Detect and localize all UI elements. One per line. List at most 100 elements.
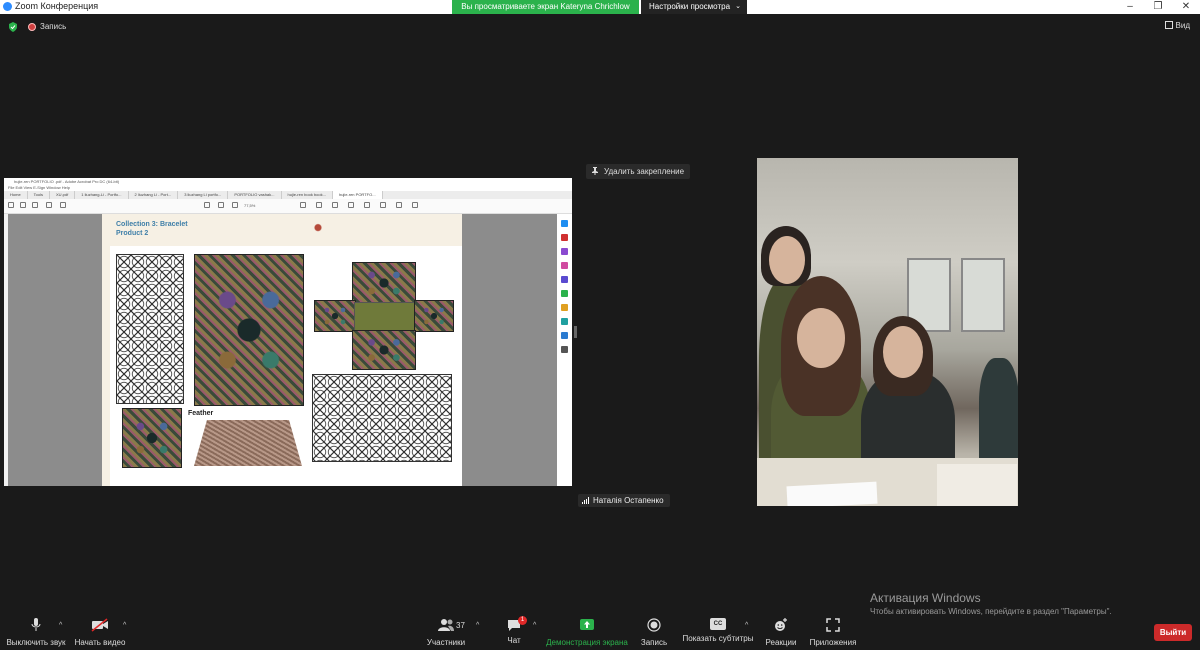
minimize-icon[interactable]: – bbox=[1116, 0, 1144, 14]
acrobat-tab[interactable]: Tools bbox=[28, 191, 51, 199]
face bbox=[797, 308, 845, 368]
acrobat-document-area[interactable]: Collection 3: Bracelet Product 2 Feather bbox=[8, 214, 557, 486]
captions-caret-icon[interactable]: ^ bbox=[745, 622, 748, 629]
acrobat-tool-icon[interactable] bbox=[412, 202, 418, 208]
video-options-caret-icon[interactable]: ^ bbox=[123, 622, 126, 629]
activation-watermark-subtitle: Чтобы активировать Windows, перейдите в … bbox=[870, 607, 1112, 616]
acrobat-tools-rail bbox=[557, 214, 572, 486]
record-label: Запись bbox=[640, 638, 668, 647]
reactions-icon bbox=[775, 618, 787, 631]
acrobat-tab[interactable]: 3 liuzhang Li portfo... bbox=[178, 191, 229, 199]
laser-cut-image bbox=[194, 420, 302, 466]
zoom-logo-icon bbox=[3, 2, 12, 11]
acrobat-tab[interactable]: 2 liuzhang Li - Port... bbox=[129, 191, 179, 199]
acrobat-tabs: Home Tools XU.pdf 1 liuzhang-Li - Portfo… bbox=[4, 191, 572, 199]
unpin-button[interactable]: Удалить закрепление bbox=[586, 164, 691, 179]
acrobat-tab[interactable]: PORTFOLIO vashak... bbox=[228, 191, 282, 199]
acrobat-tool-icon[interactable] bbox=[332, 202, 338, 208]
share-screen-button[interactable]: Демонстрация экрана bbox=[546, 618, 628, 647]
acrobat-tool-icon[interactable] bbox=[396, 202, 402, 208]
record-button[interactable]: Запись bbox=[638, 618, 670, 647]
feather-label: Feather bbox=[188, 410, 214, 417]
reactions-label: Реакции bbox=[765, 638, 797, 647]
reactions-button[interactable]: Реакции bbox=[764, 618, 798, 647]
acrobat-title-bar: hujie-ren PORTFOLIO .pdf - Adobe Acrobat… bbox=[4, 178, 572, 185]
felt-center-image bbox=[354, 302, 416, 332]
participants-icon bbox=[438, 619, 454, 631]
acrobat-tab[interactable]: hujie-ren book book... bbox=[282, 191, 333, 199]
view-layout-icon bbox=[1164, 21, 1173, 29]
person bbox=[979, 358, 1018, 468]
beaded-square-image bbox=[122, 408, 182, 468]
chat-badge: 1 bbox=[518, 616, 527, 625]
captions-icon: CC bbox=[710, 618, 726, 630]
acrobat-zoom[interactable]: 77,5% bbox=[244, 203, 255, 208]
mute-button[interactable]: Выключить звук bbox=[6, 618, 66, 647]
acrobat-tab[interactable]: XU.pdf bbox=[50, 191, 76, 199]
participant-video[interactable] bbox=[757, 158, 1018, 506]
room-window bbox=[961, 258, 1005, 332]
captions-label: Показать субтитры bbox=[682, 634, 754, 643]
acrobat-tab[interactable]: 1 liuzhang-Li - Portfo... bbox=[75, 191, 129, 199]
view-button[interactable]: Вид bbox=[1164, 21, 1190, 30]
acrobat-tool-icon[interactable] bbox=[20, 202, 26, 208]
start-video-label: Начать видео bbox=[74, 638, 126, 647]
recording-icon bbox=[28, 23, 36, 31]
splitter-handle[interactable] bbox=[574, 326, 577, 338]
acrobat-tool-icon[interactable] bbox=[204, 202, 210, 208]
acrobat-rail-icon[interactable] bbox=[561, 220, 568, 227]
acrobat-tool-icon[interactable] bbox=[348, 202, 354, 208]
signal-strength-icon bbox=[582, 497, 590, 504]
beaded-tile-image bbox=[414, 300, 454, 332]
apps-button[interactable]: Приложения bbox=[808, 618, 858, 647]
page-heading: Collection 3: Bracelet Product 2 bbox=[116, 220, 188, 238]
audio-options-caret-icon[interactable]: ^ bbox=[59, 622, 62, 629]
chat-button[interactable]: 1 Чат bbox=[500, 616, 528, 645]
acrobat-tool-icon[interactable] bbox=[232, 202, 238, 208]
acrobat-rail-icon[interactable] bbox=[561, 304, 568, 311]
unpin-label: Удалить закрепление bbox=[604, 167, 685, 176]
view-settings-label: Настройки просмотра bbox=[649, 2, 731, 11]
pdf-page: Collection 3: Bracelet Product 2 Feather bbox=[102, 214, 462, 486]
shared-screen[interactable]: hujie-ren PORTFOLIO .pdf - Adobe Acrobat… bbox=[4, 178, 572, 486]
apps-icon bbox=[826, 618, 840, 632]
participants-count: 37 bbox=[456, 621, 465, 630]
chat-caret-icon[interactable]: ^ bbox=[533, 622, 536, 629]
acrobat-tool-icon[interactable] bbox=[46, 202, 52, 208]
lineart-pattern bbox=[312, 374, 452, 462]
video-off-icon bbox=[91, 618, 108, 632]
acrobat-tool-icon[interactable] bbox=[60, 202, 66, 208]
acrobat-tool-icon[interactable] bbox=[218, 202, 224, 208]
view-settings-button[interactable]: Настройки просмотра ⌄ bbox=[641, 0, 747, 14]
chevron-down-icon: ⌄ bbox=[735, 3, 741, 10]
leave-button[interactable]: Выйти bbox=[1154, 624, 1192, 641]
beaded-tile-image bbox=[352, 262, 416, 304]
acrobat-rail-icon[interactable] bbox=[561, 234, 568, 241]
maximize-icon[interactable]: ❐ bbox=[1144, 0, 1172, 14]
participants-caret-icon[interactable]: ^ bbox=[476, 622, 479, 629]
acrobat-rail-icon[interactable] bbox=[561, 276, 568, 283]
chat-icon-wrap: 1 bbox=[507, 616, 527, 632]
acrobat-rail-icon[interactable] bbox=[561, 262, 568, 269]
acrobat-tool-icon[interactable] bbox=[316, 202, 322, 208]
acrobat-tool-icon[interactable] bbox=[380, 202, 386, 208]
acrobat-tool-icon[interactable] bbox=[8, 202, 14, 208]
acrobat-tool-icon[interactable] bbox=[32, 202, 38, 208]
activation-watermark-title: Активация Windows bbox=[870, 591, 981, 605]
share-screen-icon bbox=[580, 619, 594, 630]
acrobat-rail-icon[interactable] bbox=[561, 248, 568, 255]
acrobat-tab[interactable]: Home bbox=[4, 191, 28, 199]
start-video-button[interactable]: Начать видео bbox=[72, 618, 128, 647]
acrobat-tool-icon[interactable] bbox=[300, 202, 306, 208]
captions-button[interactable]: CC Показать субтитры bbox=[682, 618, 754, 643]
chat-label: Чат bbox=[507, 636, 521, 645]
acrobat-rail-icon[interactable] bbox=[561, 318, 568, 325]
acrobat-tab-active[interactable]: hujie-ren PORTFO... bbox=[332, 191, 383, 199]
acrobat-rail-icon[interactable] bbox=[561, 346, 568, 353]
acrobat-rail-icon[interactable] bbox=[561, 290, 568, 297]
acrobat-rail-icon[interactable] bbox=[561, 332, 568, 339]
close-icon[interactable]: ✕ bbox=[1172, 0, 1200, 14]
record-icon bbox=[647, 618, 661, 632]
security-shield-icon[interactable] bbox=[8, 22, 18, 32]
acrobat-tool-icon[interactable] bbox=[364, 202, 370, 208]
